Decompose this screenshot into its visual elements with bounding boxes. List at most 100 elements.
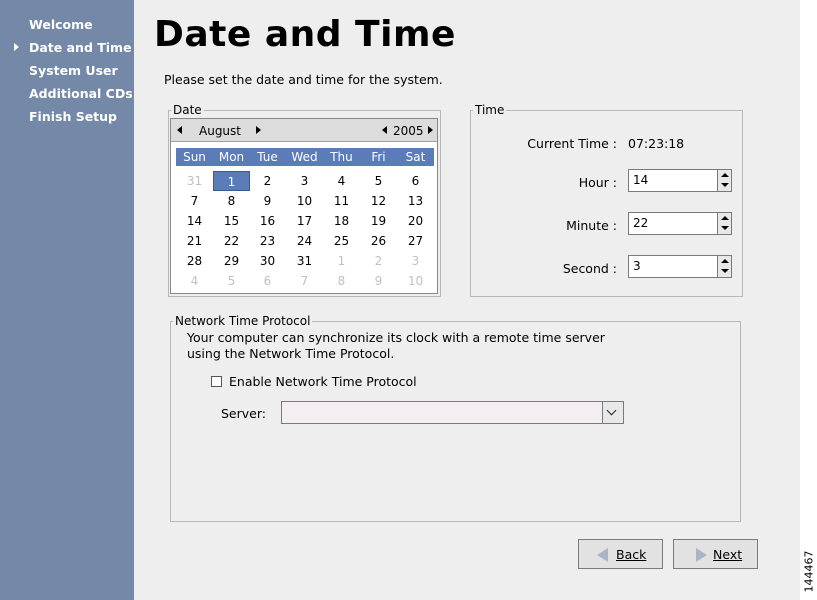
calendar-day[interactable]: 19 xyxy=(360,211,397,231)
calendar-day[interactable]: 6 xyxy=(249,271,286,291)
hour-spinner[interactable]: 14 xyxy=(628,169,732,192)
calendar-day[interactable]: 2 xyxy=(360,251,397,271)
sidebar-item-welcome: Welcome xyxy=(29,17,93,32)
minute-field[interactable]: 22 xyxy=(628,212,718,235)
calendar: August 2005 Sun Mon Tue Wed Thu Fri Sat … xyxy=(170,118,438,294)
second-spinner[interactable]: 3 xyxy=(628,255,732,278)
calendar-day[interactable]: 25 xyxy=(323,231,360,251)
calendar-weekday-header: Sun Mon Tue Wed Thu Fri Sat xyxy=(176,148,434,166)
calendar-day[interactable]: 20 xyxy=(397,211,434,231)
calendar-day[interactable]: 3 xyxy=(397,251,434,271)
calendar-day[interactable]: 8 xyxy=(323,271,360,291)
calendar-day[interactable]: 27 xyxy=(397,231,434,251)
calendar-day[interactable]: 2 xyxy=(249,171,286,191)
spin-up-icon[interactable] xyxy=(721,216,729,220)
calendar-day[interactable]: 31 xyxy=(286,251,323,271)
figure-code-text: 144467 xyxy=(802,550,816,593)
right-margin xyxy=(800,0,817,600)
calendar-year: 2005 xyxy=(393,124,424,138)
calendar-day[interactable]: 7 xyxy=(176,191,213,211)
spin-up-icon[interactable] xyxy=(721,259,729,263)
next-arrow-icon xyxy=(696,548,707,562)
calendar-day[interactable]: 13 xyxy=(397,191,434,211)
second-label: Second : xyxy=(562,261,617,276)
next-month-icon[interactable] xyxy=(256,126,261,134)
sidebar-item-finish-setup: Finish Setup xyxy=(29,109,118,124)
minute-label: Minute : xyxy=(566,218,617,233)
sidebar-item-date-and-time: Date and Time xyxy=(29,40,132,55)
enable-ntp-label[interactable]: Enable Network Time Protocol xyxy=(229,374,417,389)
chevron-down-icon xyxy=(606,405,617,416)
calendar-day[interactable]: 28 xyxy=(176,251,213,271)
hour-field[interactable]: 14 xyxy=(628,169,718,192)
calendar-day[interactable]: 12 xyxy=(360,191,397,211)
next-year-icon[interactable] xyxy=(428,126,433,134)
spin-down-icon[interactable] xyxy=(721,183,729,187)
calendar-day[interactable]: 26 xyxy=(360,231,397,251)
calendar-day[interactable]: 24 xyxy=(286,231,323,251)
weekday-mon: Mon xyxy=(218,150,245,164)
calendar-day[interactable]: 5 xyxy=(213,271,250,291)
calendar-day[interactable]: 9 xyxy=(360,271,397,291)
weekday-thu: Thu xyxy=(330,150,353,164)
second-spin-buttons[interactable] xyxy=(718,255,732,278)
minute-spinner[interactable]: 22 xyxy=(628,212,732,235)
current-time-label: Current Time : xyxy=(527,136,617,151)
calendar-day[interactable]: 1 xyxy=(213,171,250,191)
calendar-day[interactable]: 10 xyxy=(286,191,323,211)
calendar-day[interactable]: 18 xyxy=(323,211,360,231)
server-dropdown-button[interactable] xyxy=(602,402,623,423)
sidebar-item-additional-cds: Additional CDs xyxy=(29,86,133,101)
calendar-day[interactable]: 1 xyxy=(323,251,360,271)
calendar-day[interactable]: 9 xyxy=(249,191,286,211)
server-combo[interactable] xyxy=(281,401,624,424)
weekday-sat: Sat xyxy=(405,150,426,164)
calendar-day[interactable]: 3 xyxy=(286,171,323,191)
calendar-day[interactable]: 30 xyxy=(249,251,286,271)
weekday-tue: Tue xyxy=(257,150,278,164)
calendar-day[interactable]: 15 xyxy=(213,211,250,231)
spin-down-icon[interactable] xyxy=(721,226,729,230)
calendar-day[interactable]: 21 xyxy=(176,231,213,251)
calendar-day[interactable]: 31 xyxy=(176,171,213,191)
calendar-day[interactable]: 17 xyxy=(286,211,323,231)
next-button-label: Next xyxy=(713,547,743,562)
second-field[interactable]: 3 xyxy=(628,255,718,278)
page-subtitle: Please set the date and time for the sys… xyxy=(164,72,443,87)
date-frame-label: Date xyxy=(171,103,204,117)
calendar-day[interactable]: 8 xyxy=(213,191,250,211)
calendar-day[interactable]: 6 xyxy=(397,171,434,191)
calendar-day[interactable]: 16 xyxy=(249,211,286,231)
calendar-day[interactable]: 29 xyxy=(213,251,250,271)
calendar-day[interactable]: 4 xyxy=(323,171,360,191)
calendar-nav: August 2005 xyxy=(171,119,437,142)
prev-year-icon[interactable] xyxy=(382,126,387,134)
server-label: Server: xyxy=(221,406,266,421)
minute-spin-buttons[interactable] xyxy=(718,212,732,235)
next-button[interactable]: Next xyxy=(673,539,758,569)
spin-down-icon[interactable] xyxy=(721,269,729,273)
back-button-label: Back xyxy=(616,547,647,562)
ntp-frame-label: Network Time Protocol xyxy=(173,314,313,328)
ntp-description-line2: using the Network Time Protocol. xyxy=(187,346,395,361)
enable-ntp-checkbox[interactable] xyxy=(211,376,222,387)
prev-month-icon[interactable] xyxy=(177,126,182,134)
back-button[interactable]: Back xyxy=(578,539,663,569)
calendar-month: August xyxy=(199,124,241,138)
spin-up-icon[interactable] xyxy=(721,173,729,177)
weekday-fri: Fri xyxy=(371,150,386,164)
calendar-day[interactable]: 11 xyxy=(323,191,360,211)
current-step-arrow-icon xyxy=(14,43,19,51)
calendar-day[interactable]: 22 xyxy=(213,231,250,251)
calendar-day[interactable]: 10 xyxy=(397,271,434,291)
calendar-day[interactable]: 5 xyxy=(360,171,397,191)
ntp-description-line1: Your computer can synchronize its clock … xyxy=(187,330,605,345)
calendar-day[interactable]: 23 xyxy=(249,231,286,251)
weekday-sun: Sun xyxy=(183,150,206,164)
calendar-day[interactable]: 4 xyxy=(176,271,213,291)
calendar-day[interactable]: 14 xyxy=(176,211,213,231)
sidebar: Welcome Date and Time System User Additi… xyxy=(0,0,134,600)
calendar-day[interactable]: 7 xyxy=(286,271,323,291)
hour-spin-buttons[interactable] xyxy=(718,169,732,192)
weekday-wed: Wed xyxy=(291,150,318,164)
